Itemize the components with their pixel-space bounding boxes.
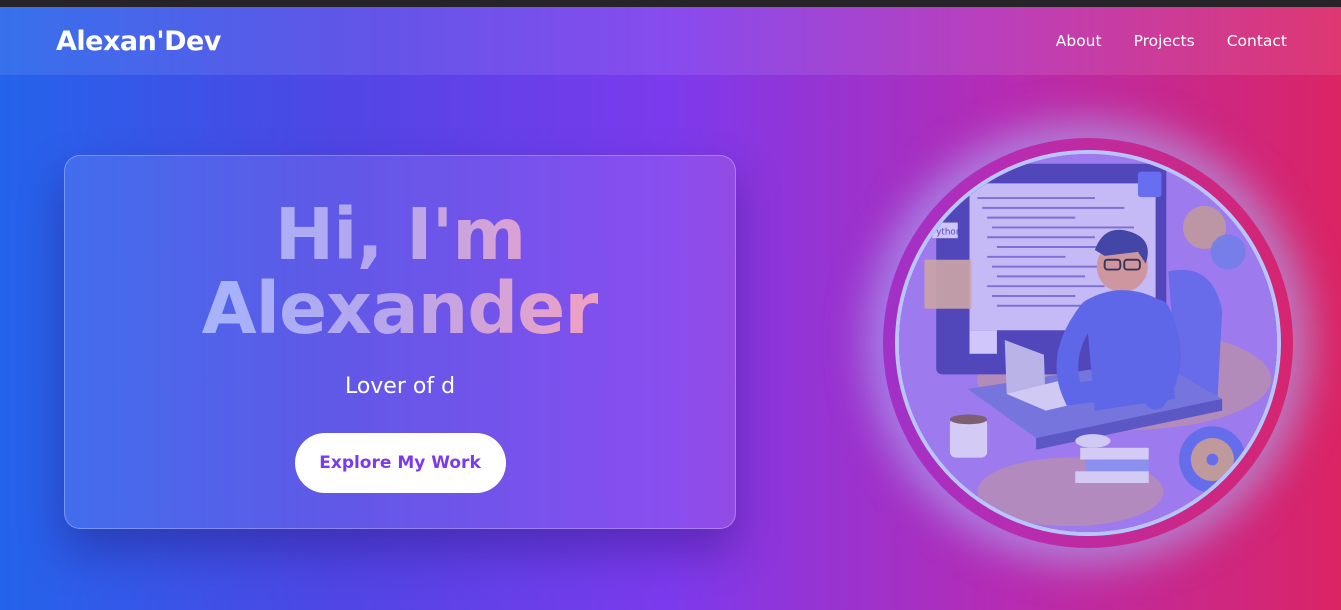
top-navbar: Alexan'Dev About Projects Contact — [0, 7, 1341, 75]
hero-card: Hi, I'm Alexander Lover of d Explore My … — [64, 155, 736, 529]
developer-illustration: ython — [895, 150, 1281, 536]
developer-illustration-icon: ython — [899, 154, 1277, 532]
nav-link-projects[interactable]: Projects — [1134, 32, 1195, 50]
explore-work-button[interactable]: Explore My Work — [294, 433, 506, 493]
nav-link-contact[interactable]: Contact — [1227, 32, 1287, 50]
browser-top-strip — [0, 0, 1341, 7]
hero-title-line-2: Alexander — [201, 267, 599, 350]
nav-links: About Projects Contact — [1056, 32, 1287, 50]
brand-logo[interactable]: Alexan'Dev — [56, 26, 221, 57]
avatar-container: ython — [895, 150, 1281, 536]
hero-title-line-1: Hi, I'm — [274, 193, 526, 276]
hero-title: Hi, I'm Alexander — [202, 198, 599, 346]
hero-subtitle: Lover of d — [344, 374, 456, 399]
nav-link-about[interactable]: About — [1056, 32, 1102, 50]
